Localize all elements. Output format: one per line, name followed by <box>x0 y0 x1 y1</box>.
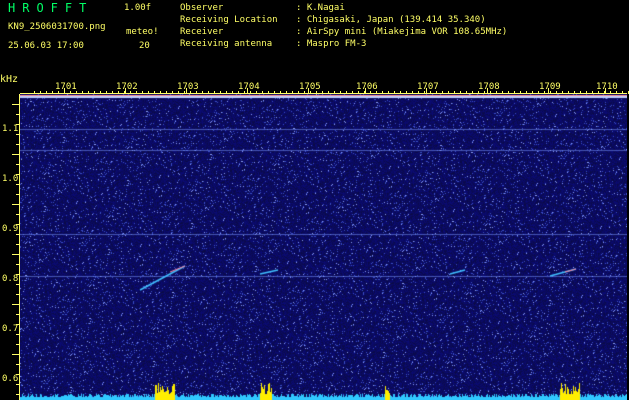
y-tick-label: 0.7 <box>2 324 19 334</box>
version-label: 1.00f <box>124 3 152 13</box>
info-antenna-value: : Maspro FM-3 <box>296 39 367 49</box>
x-tick-label: 1702 <box>116 82 138 92</box>
x-tick-label: 1704 <box>238 82 260 92</box>
y-tick-label: 0.6 <box>2 374 19 384</box>
info-observer-value: : K.Nagai <box>296 3 345 13</box>
y-tick-label: 1.1 <box>2 124 19 134</box>
x-tick-label: 1710 <box>596 82 618 92</box>
info-observer-label: Observer <box>180 3 224 13</box>
meteo-value: 20 <box>139 41 150 51</box>
info-location-label: Receiving Location <box>180 15 278 25</box>
info-receiver-value: : AirSpy mini (Miakejima VOR 108.65MHz) <box>296 27 508 37</box>
y-axis-unit: kHz <box>0 74 19 85</box>
x-tick-label: 1707 <box>417 82 439 92</box>
meteo-label: meteo! <box>126 27 159 37</box>
x-tick-label: 1708 <box>478 82 500 92</box>
datetime: 25.06.03 17:00 <box>8 41 84 51</box>
spectrogram-canvas <box>20 94 627 400</box>
file-name: KN9_2506031700.png <box>8 22 106 32</box>
y-tick-label: 0.9 <box>2 224 19 234</box>
info-location-value: : Chigasaki, Japan (139.414 35.340) <box>296 15 486 25</box>
x-tick-label: 1709 <box>539 82 561 92</box>
x-tick-label: 1701 <box>55 82 77 92</box>
y-tick-label: 0.8 <box>2 274 19 284</box>
x-tick-label: 1706 <box>356 82 378 92</box>
app-title: HROFFT <box>8 1 94 15</box>
y-tick-label: 1.0 <box>2 174 19 184</box>
info-antenna-label: Receiving antenna <box>180 39 273 49</box>
x-tick-label: 1705 <box>299 82 321 92</box>
info-receiver-label: Receiver <box>180 27 224 37</box>
x-tick-label: 1703 <box>177 82 199 92</box>
